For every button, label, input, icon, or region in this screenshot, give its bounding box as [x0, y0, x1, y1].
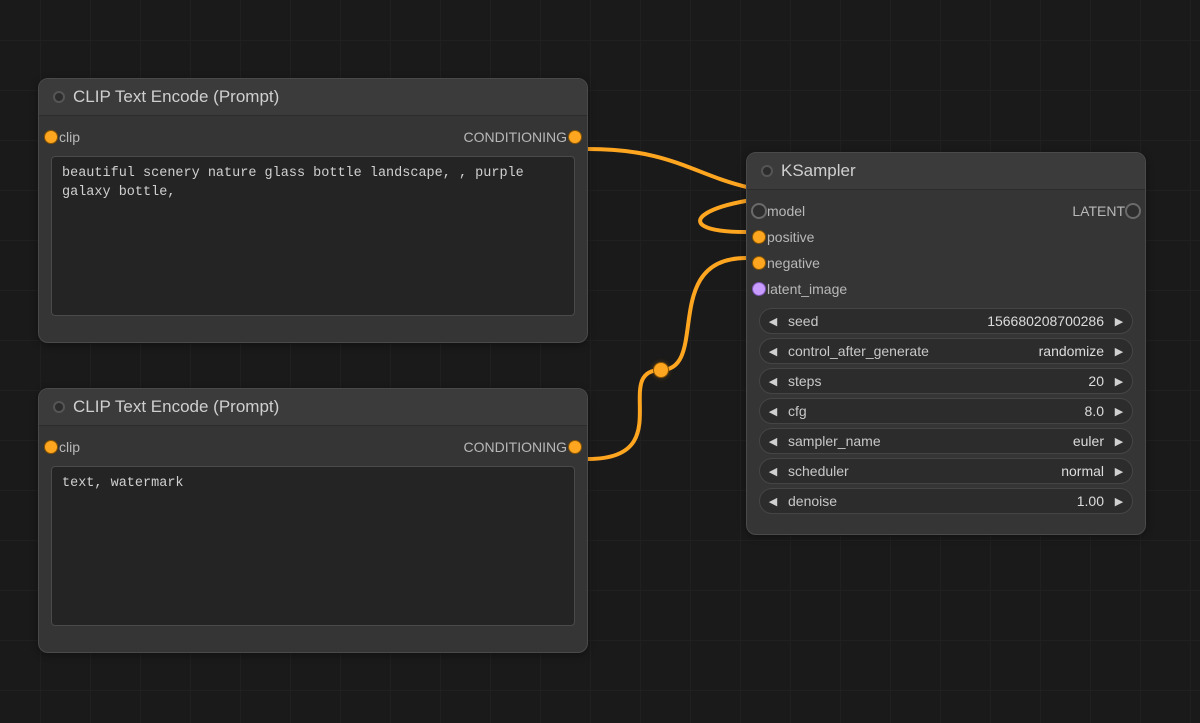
- widget-control-after-generate[interactable]: ◀ control_after_generate randomize ▶: [759, 338, 1133, 364]
- chevron-left-icon[interactable]: ◀: [766, 435, 780, 448]
- prompt-textarea[interactable]: [51, 466, 575, 626]
- input-port-clip[interactable]: [45, 441, 57, 453]
- widget-label: cfg: [786, 403, 807, 419]
- prompt-textarea[interactable]: [51, 156, 575, 316]
- chevron-right-icon[interactable]: ▶: [1112, 495, 1126, 508]
- output-port-latent[interactable]: [1127, 205, 1139, 217]
- chevron-left-icon[interactable]: ◀: [766, 495, 780, 508]
- input-port-model[interactable]: [753, 205, 765, 217]
- slot-row-model-latent: model LATENT: [759, 198, 1133, 224]
- chevron-right-icon[interactable]: ▶: [1112, 345, 1126, 358]
- node-header[interactable]: CLIP Text Encode (Prompt): [39, 389, 587, 426]
- widget-value[interactable]: 156680208700286: [987, 313, 1106, 329]
- chevron-right-icon[interactable]: ▶: [1112, 375, 1126, 388]
- chevron-left-icon[interactable]: ◀: [766, 315, 780, 328]
- collapse-dot-icon[interactable]: [53, 401, 65, 413]
- node-clip-text-encode-negative[interactable]: CLIP Text Encode (Prompt) clip CONDITION…: [38, 388, 588, 653]
- input-label-latent-image: latent_image: [759, 281, 847, 297]
- slot-row-negative: negative: [759, 250, 1133, 276]
- widget-label: sampler_name: [786, 433, 881, 449]
- widget-value[interactable]: 20: [1088, 373, 1106, 389]
- widget-label: control_after_generate: [786, 343, 929, 359]
- node-header[interactable]: KSampler: [747, 153, 1145, 190]
- widget-label: denoise: [786, 493, 837, 509]
- node-title: CLIP Text Encode (Prompt): [73, 87, 279, 107]
- input-label-positive: positive: [759, 229, 814, 245]
- chevron-left-icon[interactable]: ◀: [766, 465, 780, 478]
- widget-value[interactable]: normal: [1061, 463, 1106, 479]
- chevron-left-icon[interactable]: ◀: [766, 345, 780, 358]
- chevron-right-icon[interactable]: ▶: [1112, 435, 1126, 448]
- input-port-clip[interactable]: [45, 131, 57, 143]
- ksampler-widgets: ◀ seed 156680208700286 ▶ ◀ control_after_gene…: [759, 308, 1133, 514]
- input-port-latent-image[interactable]: [753, 283, 765, 295]
- slot-row-clip-conditioning: clip CONDITIONING: [51, 434, 575, 460]
- widget-scheduler[interactable]: ◀ scheduler normal ▶: [759, 458, 1133, 484]
- node-title: CLIP Text Encode (Prompt): [73, 397, 279, 417]
- chevron-right-icon[interactable]: ▶: [1112, 315, 1126, 328]
- widget-seed[interactable]: ◀ seed 156680208700286 ▶: [759, 308, 1133, 334]
- reroute-dot-negative[interactable]: [654, 363, 668, 377]
- output-port-conditioning[interactable]: [569, 131, 581, 143]
- output-port-conditioning[interactable]: [569, 441, 581, 453]
- widget-value[interactable]: randomize: [1039, 343, 1106, 359]
- input-port-negative[interactable]: [753, 257, 765, 269]
- widget-denoise[interactable]: ◀ denoise 1.00 ▶: [759, 488, 1133, 514]
- widget-label: seed: [786, 313, 818, 329]
- node-title: KSampler: [781, 161, 856, 181]
- input-port-positive[interactable]: [753, 231, 765, 243]
- input-label-negative: negative: [759, 255, 820, 271]
- output-label-latent: LATENT: [805, 203, 1133, 219]
- widget-cfg[interactable]: ◀ cfg 8.0 ▶: [759, 398, 1133, 424]
- widget-value[interactable]: 8.0: [1085, 403, 1106, 419]
- node-canvas[interactable]: CLIP Text Encode (Prompt) clip CONDITION…: [0, 0, 1200, 723]
- widget-steps[interactable]: ◀ steps 20 ▶: [759, 368, 1133, 394]
- wire-negative: [588, 258, 746, 459]
- input-label-model: model: [759, 203, 805, 219]
- widget-value[interactable]: euler: [1073, 433, 1106, 449]
- node-ksampler[interactable]: KSampler model LATENT positive negative: [746, 152, 1146, 535]
- widget-value[interactable]: 1.00: [1077, 493, 1106, 509]
- collapse-dot-icon[interactable]: [761, 165, 773, 177]
- output-label-conditioning: CONDITIONING: [80, 439, 575, 455]
- slot-row-clip-conditioning: clip CONDITIONING: [51, 124, 575, 150]
- widget-sampler-name[interactable]: ◀ sampler_name euler ▶: [759, 428, 1133, 454]
- slot-row-latent-image: latent_image: [759, 276, 1133, 302]
- widget-label: steps: [786, 373, 821, 389]
- collapse-dot-icon[interactable]: [53, 91, 65, 103]
- slot-row-positive: positive: [759, 224, 1133, 250]
- widget-label: scheduler: [786, 463, 849, 479]
- node-header[interactable]: CLIP Text Encode (Prompt): [39, 79, 587, 116]
- output-label-conditioning: CONDITIONING: [80, 129, 575, 145]
- chevron-left-icon[interactable]: ◀: [766, 405, 780, 418]
- chevron-right-icon[interactable]: ▶: [1112, 405, 1126, 418]
- node-clip-text-encode-positive[interactable]: CLIP Text Encode (Prompt) clip CONDITION…: [38, 78, 588, 343]
- chevron-left-icon[interactable]: ◀: [766, 375, 780, 388]
- chevron-right-icon[interactable]: ▶: [1112, 465, 1126, 478]
